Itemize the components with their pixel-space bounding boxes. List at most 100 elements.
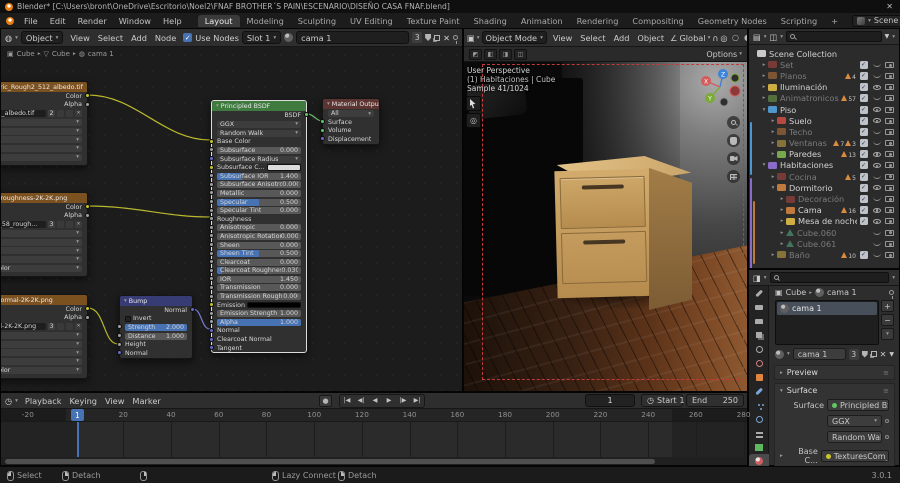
option-dropdown[interactable]: ▾	[1, 118, 82, 126]
new-image-icon[interactable]	[66, 221, 73, 229]
unlink-icon[interactable]: ✕	[75, 110, 82, 118]
input-socket-vector[interactable]	[209, 156, 214, 162]
colorspace-dropdown[interactable]: sRGB▾	[1, 153, 82, 161]
value-slider[interactable]: Transmission Roughness0.000	[217, 293, 301, 301]
distribution-dropdown[interactable]: GGX ▾	[827, 415, 882, 427]
animate-dot[interactable]	[885, 435, 889, 439]
node-header[interactable]: ▾ Material Output	[323, 99, 379, 109]
disclosure-icon[interactable]: ▸	[778, 230, 786, 236]
filter-icon[interactable]: ▼	[885, 33, 890, 40]
disclosure-icon[interactable]: ▸	[769, 252, 777, 258]
properties-tab-world[interactable]	[749, 356, 769, 370]
window-close-button[interactable]: ✕	[886, 2, 893, 11]
viewport-menu-object[interactable]: Object	[633, 33, 668, 43]
exclude-checkbox[interactable]: ✓	[859, 183, 868, 192]
image-users-badge[interactable]: 3	[47, 221, 55, 229]
menu-file[interactable]: File	[18, 16, 44, 26]
option-dropdown[interactable]: ▾	[1, 127, 82, 135]
outliner-row-iluminaci-n[interactable]: ▸ Iluminación ✓	[749, 82, 899, 93]
unlink-icon[interactable]: ✕	[75, 221, 82, 229]
output-socket-gray[interactable]	[85, 101, 90, 107]
input-socket-gray[interactable]	[209, 293, 214, 299]
value-slider[interactable]: Sheen Tint 0.500	[217, 250, 301, 258]
option-dropdown[interactable]: ▾	[1, 136, 82, 144]
snap-icon[interactable]: ∩	[712, 33, 718, 43]
jump-to-start-button[interactable]: |◀	[340, 395, 354, 407]
render-visibility-icon[interactable]	[885, 207, 894, 214]
node-header[interactable]: ▾t_58_normal-2K-2K.png	[1, 295, 87, 305]
image-texture-node-roughness[interactable]: ▾et_58_roughness-2K-2K.pngColorAlphaarqu…	[1, 192, 90, 277]
new-image-icon[interactable]	[66, 110, 73, 118]
render-visibility-icon[interactable]	[885, 84, 894, 91]
slot-dropdown[interactable]: Slot 1 ▾	[241, 31, 282, 44]
node-header[interactable]: ▾ Bump	[120, 296, 192, 306]
scrollbar-thumb[interactable]	[5, 458, 655, 464]
outliner-row-animatronicos[interactable]: ▸ Animatronicos 57 ✓	[749, 93, 899, 104]
editor-type-icon[interactable]: ▤	[753, 32, 761, 42]
shader-menu-add[interactable]: Add	[127, 33, 151, 43]
outliner-row-habitaciones[interactable]: ▾ Habitaciones ✓	[749, 160, 899, 171]
viewport-menu-view[interactable]: View	[549, 33, 576, 43]
tweak-tool-icon[interactable]: ◩	[469, 48, 482, 60]
eye-open-icon[interactable]	[872, 218, 881, 224]
input-socket-vector[interactable]	[117, 350, 122, 356]
surface-panel-header[interactable]: ▾ Surface ≡	[775, 384, 894, 397]
shader-type-dropdown[interactable]: Object ▾	[20, 31, 64, 44]
input-socket-gray[interactable]	[117, 324, 122, 330]
exclude-checkbox[interactable]: ✓	[859, 116, 868, 125]
colorspace-dropdown[interactable]: Non-Color ▾	[1, 366, 82, 374]
outliner-row-ba-o[interactable]: ▸ Baño 10 ✓	[749, 249, 899, 260]
exclude-checkbox[interactable]: ✓	[859, 60, 868, 69]
eye-open-icon[interactable]	[872, 207, 881, 213]
shading-solid-icon[interactable]: ●	[741, 32, 747, 44]
material-slot-item[interactable]: cama 1	[777, 302, 877, 315]
render-visibility-icon[interactable]	[885, 61, 894, 68]
option-dropdown[interactable]: ▾	[1, 247, 82, 255]
pin-icon[interactable]	[453, 35, 458, 44]
outliner-row-root[interactable]: Scene Collection	[749, 48, 899, 59]
properties-tab-output[interactable]	[749, 314, 769, 328]
value-slider[interactable]: Emission Strength 1.000	[217, 310, 301, 318]
input-socket-gray[interactable]	[209, 207, 214, 213]
zoom-button[interactable]	[727, 116, 740, 129]
eye-closed-icon[interactable]	[872, 96, 881, 101]
value-slider[interactable]: Sheen 0.000	[217, 241, 301, 249]
workspace-tab-rendering[interactable]: Rendering	[570, 15, 626, 27]
value-slider[interactable]: Specular 0.500	[217, 198, 301, 206]
value-slider[interactable]: Metallic 0.000	[217, 189, 301, 197]
exclude-checkbox[interactable]: ✓	[859, 127, 868, 136]
input-socket-gray[interactable]	[209, 319, 214, 325]
timeline-menu-playback[interactable]: Playback	[21, 396, 66, 406]
collapse-icon[interactable]: ▾	[124, 298, 127, 304]
shading-wireframe-icon[interactable]: ○	[729, 32, 741, 44]
material-name-field[interactable]: cama 1	[296, 31, 410, 44]
animate-dot[interactable]	[885, 419, 889, 423]
colorspace-dropdown[interactable]: Non-Color ▾	[1, 264, 82, 272]
render-visibility-icon[interactable]	[885, 229, 894, 236]
collapse-icon[interactable]: ▾	[327, 101, 330, 107]
image-name-field[interactable]: sCo..12_albedo.tif	[1, 110, 46, 118]
new-material-icon[interactable]	[870, 351, 877, 357]
render-visibility-icon[interactable]	[885, 106, 894, 113]
exclude-checkbox[interactable]: ✓	[859, 71, 868, 80]
use-nodes-checkbox[interactable]: ✓	[183, 33, 193, 42]
shader-menu-view[interactable]: View	[66, 33, 93, 43]
preview-panel[interactable]: ▸ Preview ≡	[774, 365, 895, 380]
eye-open-icon[interactable]	[872, 107, 881, 113]
value-slider[interactable]: Transmission 0.000	[217, 284, 301, 292]
properties-tab-tool[interactable]	[749, 286, 769, 300]
render-visibility-icon[interactable]	[885, 72, 894, 79]
options-dropdown[interactable]: Options	[706, 50, 737, 59]
disclosure-icon[interactable]: ▸	[760, 95, 768, 101]
value-slider[interactable]: Subsurface Anisotropy0.000	[217, 181, 301, 189]
option-dropdown[interactable]: ▾	[1, 144, 82, 152]
output-socket-gray[interactable]	[85, 314, 90, 320]
input-socket-vector[interactable]	[209, 327, 214, 333]
render-visibility-icon[interactable]	[885, 251, 894, 258]
outliner-row-mesa-de-noche[interactable]: ▸ Mesa de noche ✓	[749, 216, 899, 227]
previous-keyframe-button[interactable]: ◀|	[354, 395, 368, 407]
rendered-scene[interactable]: User Perspective (1) Habitaciones | Cube…	[464, 62, 747, 391]
input-socket-gray[interactable]	[209, 224, 214, 230]
input-socket-gray[interactable]	[209, 216, 214, 222]
timeline-body[interactable]	[1, 422, 747, 457]
